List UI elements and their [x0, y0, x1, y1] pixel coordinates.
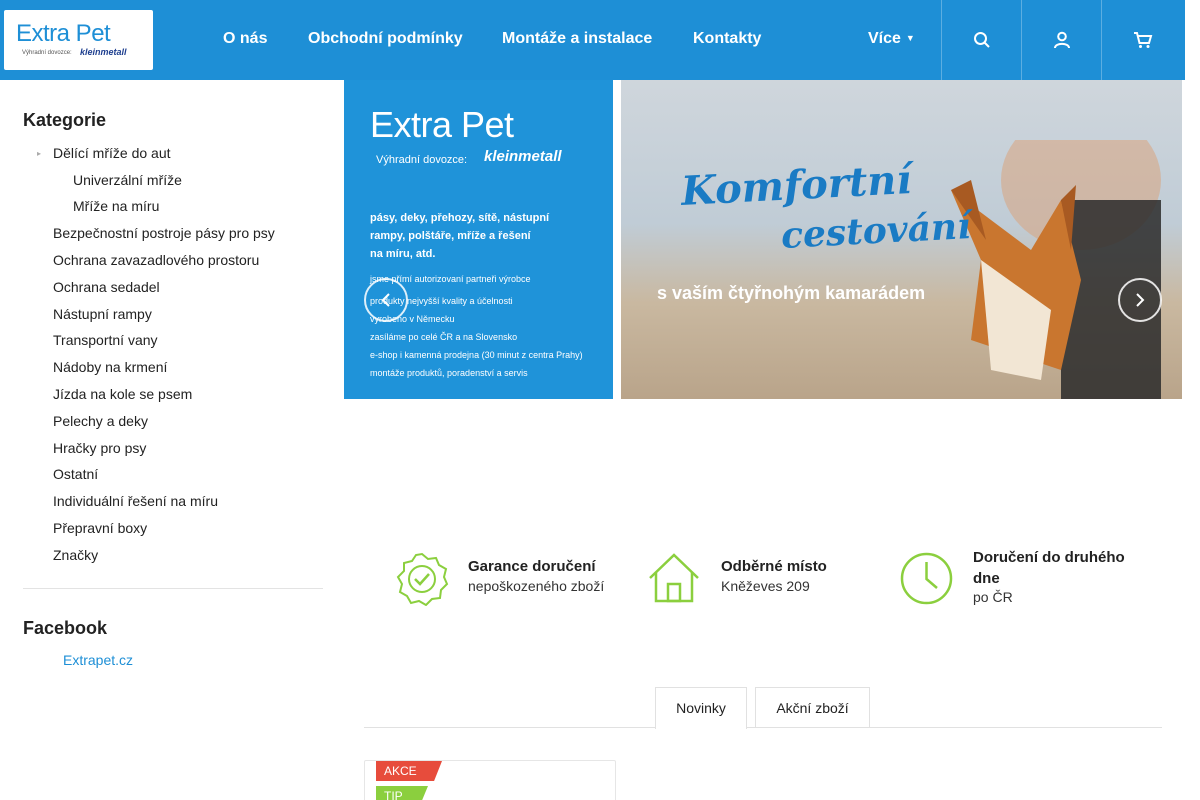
banner-bold-line: na míru, atd.: [370, 248, 436, 260]
category-item[interactable]: Ochrana zavazadlového prostoru: [53, 252, 259, 268]
category-item[interactable]: Ochrana sedadel: [53, 279, 160, 295]
category-item[interactable]: Jízda na kole se psem: [53, 386, 192, 402]
banner-prev-button[interactable]: [364, 278, 408, 322]
nav-installation[interactable]: Montáže a instalace: [502, 30, 652, 48]
tip-badge: TIP: [376, 786, 428, 800]
user-icon: [1054, 31, 1070, 49]
logo-name: Extra Pet: [16, 20, 111, 47]
nav-more-label: Více: [868, 30, 901, 47]
subcategory-item[interactable]: Univerzální mříže: [73, 172, 182, 188]
nav-terms[interactable]: Obchodní podmínky: [308, 30, 463, 48]
banner-bold-line: pásy, deky, přehozy, sítě, nástupní: [370, 212, 550, 224]
logo-subtitle: Výhradní dovozce:: [22, 50, 72, 56]
banner-dealer: Výhradní dovozce:: [376, 154, 468, 166]
feature-subtitle: nepoškozeného zboží: [468, 578, 605, 594]
categories-title: Kategorie: [23, 110, 107, 130]
banner-bold-line: rampy, polštáře, mříže a řešení: [370, 230, 531, 242]
search-button[interactable]: [941, 0, 1021, 80]
nav-about[interactable]: O nás: [223, 30, 267, 48]
feature-subtitle: po ČR: [973, 589, 1013, 605]
facebook-link[interactable]: Extrapet.cz: [63, 652, 133, 668]
dog-photo: [951, 140, 1161, 399]
category-item[interactable]: Individuální řešení na míru: [53, 493, 218, 509]
sidebar-divider: [23, 588, 323, 589]
category-item[interactable]: Bezpečnostní postroje pásy pro psy: [53, 225, 275, 241]
category-item[interactable]: Dělící mříže do aut: [53, 145, 171, 161]
category-item[interactable]: Transportní vany: [53, 332, 158, 348]
search-icon: [974, 32, 990, 48]
house-icon: [649, 553, 699, 603]
chevron-left-icon: [381, 293, 390, 307]
category-item[interactable]: Nádoby na krmení: [53, 359, 167, 375]
chevron-down-icon: ▼: [905, 33, 915, 43]
category-item[interactable]: Hračky pro psy: [53, 440, 146, 456]
tab-news[interactable]: Novinky: [655, 687, 747, 729]
sale-badge: AKCE: [376, 761, 442, 781]
facebook-title: Facebook: [23, 618, 108, 638]
banner-brand: kleinmetall: [484, 148, 562, 165]
site-logo[interactable]: Extra Pet Výhradní dovozce: kleinmetall: [4, 10, 153, 70]
site-header: Extra Pet Výhradní dovozce: kleinmetall …: [0, 0, 1185, 80]
banner-small-line: e-shop i kamenná prodejna (30 minut z ce…: [370, 350, 583, 360]
category-item[interactable]: Značky: [53, 547, 98, 563]
banner-photo: Komfortní cestování s vaším čtyřnohým ka…: [621, 80, 1182, 399]
subcategory-item[interactable]: Mříže na míru: [73, 198, 159, 214]
cart-button[interactable]: [1101, 0, 1185, 80]
category-item[interactable]: Pelechy a deky: [53, 413, 148, 429]
banner-small-line: zasíláme po celé ČR a na Slovensko: [370, 332, 518, 342]
category-item[interactable]: Ostatní: [53, 466, 98, 482]
banner-slogan-1: Komfortní: [679, 155, 913, 216]
feature-subtitle: Kněževes 209: [721, 578, 810, 594]
expand-arrow-icon: ▸: [37, 149, 42, 158]
badge-check-icon: [396, 552, 449, 606]
nav-contacts[interactable]: Kontakty: [693, 30, 761, 48]
chevron-right-icon: [1136, 293, 1145, 307]
tab-sale-items[interactable]: Akční zboží: [755, 687, 870, 728]
banner-slogan-3: s vaším čtyřnohým kamarádem: [657, 283, 926, 303]
banner-next-button[interactable]: [1118, 278, 1162, 322]
feature-title: Garance doručení: [468, 558, 596, 575]
category-item[interactable]: Přepravní boxy: [53, 520, 147, 536]
clock-icon: [900, 552, 953, 605]
banner-small-line: montáže produktů, poradenství a servis: [370, 368, 528, 378]
account-button[interactable]: [1021, 0, 1101, 80]
hero-banner[interactable]: Extra Pet Výhradní dovozce: kleinmetall …: [344, 80, 1182, 399]
banner-info-panel: Extra Pet Výhradní dovozce: kleinmetall …: [344, 80, 613, 399]
banner-logo: Extra Pet: [370, 104, 514, 145]
category-item[interactable]: Nástupní rampy: [53, 306, 152, 322]
nav-more[interactable]: Více ▼: [868, 30, 915, 48]
feature-title: Doručení do druhého dne: [973, 549, 1125, 587]
cart-icon: [1134, 32, 1153, 48]
logo-brand: kleinmetall: [80, 47, 127, 57]
feature-title: Odběrné místo: [721, 558, 827, 575]
